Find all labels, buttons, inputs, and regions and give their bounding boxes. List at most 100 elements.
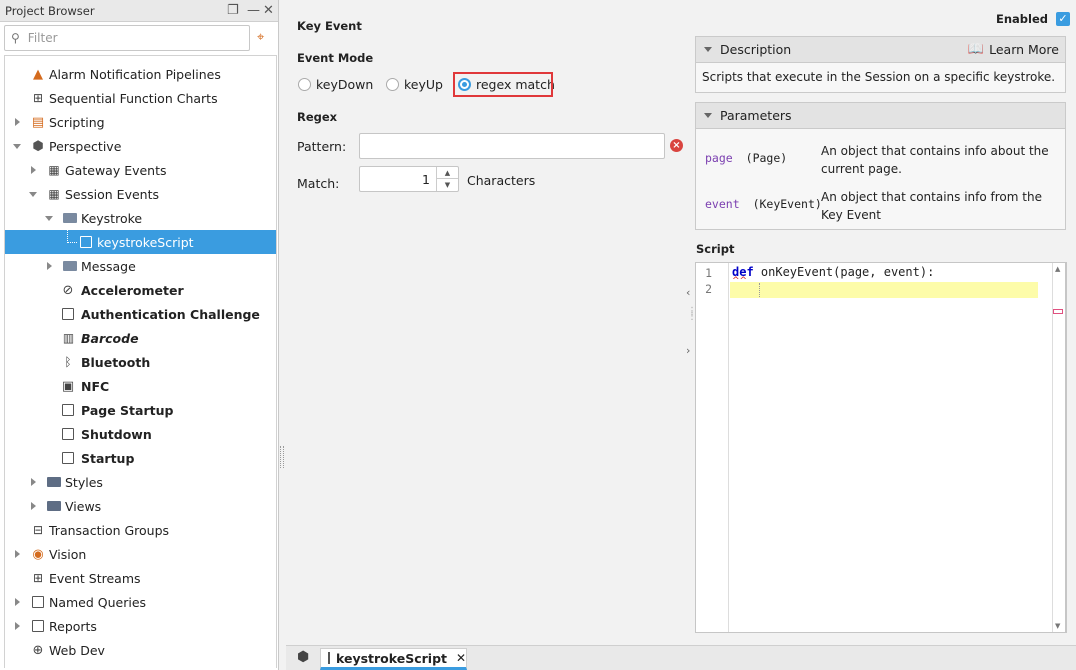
editor-scrollbar[interactable]: ▲ ▼	[1052, 263, 1065, 632]
tree-item-scripting[interactable]: ▤ Scripting	[5, 110, 276, 134]
learn-more-link[interactable]: 📖 Learn More	[968, 42, 1059, 57]
expand-right-icon[interactable]: ›	[686, 344, 690, 357]
filter-input[interactable]: ⚲ Filter	[4, 25, 250, 51]
tree-item-gateway-events[interactable]: ▦ Gateway Events	[5, 158, 276, 182]
tab-keystrokescript[interactable]: keystrokeScript ✕	[320, 648, 467, 670]
expand-arrow-icon[interactable]	[13, 550, 21, 558]
tree-item-session-events[interactable]: ▦ Session Events	[5, 182, 276, 206]
error-marker[interactable]	[1053, 309, 1063, 314]
scroll-down-icon[interactable]: ▼	[1055, 622, 1060, 630]
radio-keyup[interactable]: keyUp	[386, 77, 443, 92]
expand-arrow-icon[interactable]	[29, 502, 37, 510]
expand-arrow-icon[interactable]	[13, 598, 21, 606]
parameters-panel: Parameters page (Page) An object that co…	[695, 102, 1066, 230]
enabled-toggle[interactable]: Enabled ✓	[996, 12, 1071, 26]
decrement-icon[interactable]: ▼	[437, 179, 458, 191]
collapse-arrow-icon[interactable]	[13, 142, 21, 150]
collapse-arrow-icon[interactable]	[45, 214, 53, 222]
event-script-icon	[61, 403, 75, 417]
tree-item-alarm-notification-pipelines[interactable]: ▲ Alarm Notification Pipelines	[5, 62, 276, 86]
panel-splitter-handle[interactable]	[280, 446, 284, 468]
tree-item-event-streams[interactable]: ⊞ Event Streams	[5, 566, 276, 590]
tree-item-label: Session Events	[65, 186, 159, 202]
expand-arrow-icon[interactable]	[13, 622, 21, 630]
tree-item-styles[interactable]: Styles	[5, 470, 276, 494]
tree-item-keystrokescript[interactable]: keystrokeScript	[5, 230, 276, 254]
tree-item-label: Reports	[49, 618, 97, 634]
pattern-input[interactable]	[359, 133, 665, 159]
radio-button[interactable]	[298, 78, 311, 91]
bottom-tab-bar: ⬢ keystrokeScript ✕	[286, 645, 1076, 670]
tab-label: keystrokeScript	[336, 650, 448, 666]
perspective-tab-icon[interactable]: ⬢	[297, 649, 309, 665]
tree-item-label: Transaction Groups	[49, 522, 170, 538]
event-streams-icon: ⊞	[32, 571, 44, 585]
script-editor[interactable]: 1 2 def onKeyEvent(page, event): ^^ ▲ ▼	[695, 262, 1066, 633]
tree-item-label: Bluetooth	[81, 354, 151, 370]
collapse-triangle-icon[interactable]	[704, 47, 712, 52]
tree-item-named-queries[interactable]: Named Queries	[5, 590, 276, 614]
restore-window-icon[interactable]: ❐	[227, 3, 239, 18]
match-label: Match:	[297, 176, 340, 191]
pattern-label: Pattern:	[297, 139, 347, 154]
line-number-gutter: 1 2	[696, 263, 729, 632]
param-desc-line: Key Event	[821, 208, 881, 222]
collapse-triangle-icon[interactable]	[704, 113, 712, 118]
expand-arrow-icon[interactable]	[13, 118, 21, 126]
increment-icon[interactable]: ▲	[437, 167, 458, 179]
minimize-icon[interactable]: —	[247, 3, 260, 18]
param-row-event: event (KeyEvent)	[705, 197, 822, 211]
radio-keydown[interactable]: keyDown	[298, 77, 373, 92]
tree-item-authentication-challenge[interactable]: Authentication Challenge	[5, 302, 276, 326]
tree-item-barcode[interactable]: ▥ Barcode	[5, 326, 276, 350]
description-text: Scripts that execute in the Session on a…	[702, 70, 1056, 84]
code-line-1[interactable]: def onKeyEvent(page, event):	[732, 265, 934, 279]
reports-icon	[31, 619, 45, 633]
tree-item-vision[interactable]: ◉ Vision	[5, 542, 276, 566]
expand-arrow-icon[interactable]	[45, 262, 53, 270]
param-desc-line: current page.	[821, 162, 902, 176]
parameters-header[interactable]: Parameters	[696, 103, 1065, 129]
event-script-icon	[61, 451, 75, 465]
collapse-arrow-icon[interactable]	[29, 190, 37, 198]
event-script-icon	[61, 307, 75, 321]
vision-icon: ◉	[32, 546, 44, 562]
locate-icon[interactable]: ⌖	[257, 30, 264, 45]
project-browser-titlebar: Project Browser ❐ — ✕	[0, 0, 278, 22]
enabled-checkbox[interactable]: ✓	[1056, 12, 1071, 26]
tree-item-transaction-groups[interactable]: ⊟ Transaction Groups	[5, 518, 276, 542]
close-tab-icon[interactable]: ✕	[456, 651, 466, 665]
scroll-up-icon[interactable]: ▲	[1055, 265, 1060, 273]
tree-item-label: Styles	[65, 474, 103, 490]
tree-item-accelerometer[interactable]: ⊘ Accelerometer	[5, 278, 276, 302]
param-desc-line: An object that contains info about the	[821, 144, 1049, 158]
clear-pattern-icon[interactable]: ×	[670, 139, 683, 152]
tree-item-views[interactable]: Views	[5, 494, 276, 518]
description-header[interactable]: Description 📖 Learn More	[696, 37, 1065, 63]
radio-button[interactable]	[386, 78, 399, 91]
tree-item-message[interactable]: Message	[5, 254, 276, 278]
tree-item-nfc[interactable]: ▣ NFC	[5, 374, 276, 398]
barcode-icon: ▥	[62, 331, 74, 345]
section-title: Key Event	[297, 19, 362, 33]
tree-item-keystroke[interactable]: Keystroke	[5, 206, 276, 230]
tree-item-label: Accelerometer	[81, 282, 184, 298]
close-icon[interactable]: ✕	[263, 3, 274, 18]
tree-item-startup[interactable]: Startup	[5, 446, 276, 470]
tree-item-label: Alarm Notification Pipelines	[49, 66, 221, 82]
collapse-left-icon[interactable]: ‹	[686, 286, 690, 299]
tree-item-shutdown[interactable]: Shutdown	[5, 422, 276, 446]
tree-item-reports[interactable]: Reports	[5, 614, 276, 638]
tree-item-perspective[interactable]: ⬢ Perspective	[5, 134, 276, 158]
tree-item-web-dev[interactable]: ⊕ Web Dev	[5, 638, 276, 662]
tree-item-bluetooth[interactable]: ᛒ Bluetooth	[5, 350, 276, 374]
tree-item-page-startup[interactable]: Page Startup	[5, 398, 276, 422]
match-stepper[interactable]: 1 ▲ ▼	[359, 166, 459, 192]
learn-more-label: Learn More	[989, 42, 1059, 57]
script-icon	[328, 652, 330, 664]
tree-item-sequential-function-charts[interactable]: ⊞ Sequential Function Charts	[5, 86, 276, 110]
expand-arrow-icon[interactable]	[29, 166, 37, 174]
expand-arrow-icon[interactable]	[29, 478, 37, 486]
script-label: Script	[696, 242, 735, 256]
tree-item-label: Sequential Function Charts	[49, 90, 218, 106]
